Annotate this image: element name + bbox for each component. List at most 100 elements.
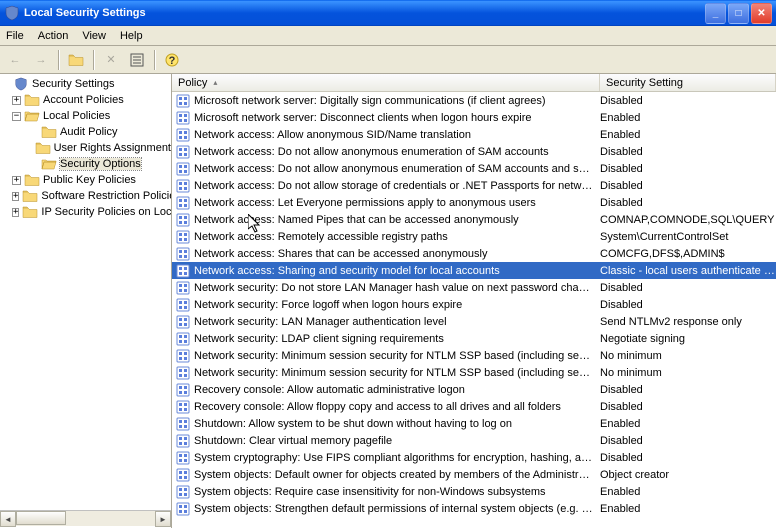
policy-text: Microsoft network server: Digitally sign… (194, 95, 598, 107)
policy-icon (175, 297, 191, 313)
tree-account-policies[interactable]: + Account Policies (0, 92, 171, 108)
list-row[interactable]: System objects: Strengthen default permi… (172, 500, 776, 517)
folder-icon (22, 205, 38, 219)
setting-text: Disabled (598, 95, 776, 107)
list-row[interactable]: System objects: Require case insensitivi… (172, 483, 776, 500)
tree-label: IP Security Policies on Local Computer (41, 206, 171, 218)
list-row[interactable]: Microsoft network server: Digitally sign… (172, 92, 776, 109)
policy-text: Shutdown: Allow system to be shut down w… (194, 418, 598, 430)
list-row[interactable]: System cryptography: Use FIPS compliant … (172, 449, 776, 466)
expander-icon[interactable]: + (12, 192, 19, 201)
setting-text: Disabled (598, 401, 776, 413)
tree-user-rights[interactable]: User Rights Assignment (0, 140, 171, 156)
list-row[interactable]: Network security: Minimum session securi… (172, 347, 776, 364)
tree-public-key[interactable]: + Public Key Policies (0, 172, 171, 188)
policy-icon (175, 399, 191, 415)
list-row[interactable]: Microsoft network server: Disconnect cli… (172, 109, 776, 126)
minimize-button[interactable]: _ (705, 3, 726, 24)
menubar: File Action View Help (0, 26, 776, 46)
policy-icon (175, 416, 191, 432)
folder-open-icon (24, 109, 40, 123)
list-row[interactable]: Network security: Force logoff when logo… (172, 296, 776, 313)
policy-icon (175, 93, 191, 109)
titlebar[interactable]: Local Security Settings _ □ ✕ (0, 0, 776, 26)
menu-file[interactable]: File (6, 30, 24, 42)
list-row[interactable]: Shutdown: Clear virtual memory pagefileD… (172, 432, 776, 449)
column-setting[interactable]: Security Setting (600, 74, 776, 91)
expander-icon[interactable]: + (12, 176, 21, 185)
list-row[interactable]: Network security: LAN Manager authentica… (172, 313, 776, 330)
setting-text: Disabled (598, 282, 776, 294)
setting-text: Send NTLMv2 response only (598, 316, 776, 328)
scroll-right-button[interactable]: ► (155, 511, 171, 527)
tree-hscrollbar[interactable]: ◄ ► (0, 510, 171, 526)
policy-text: Network security: Minimum session securi… (194, 350, 598, 362)
list-row[interactable]: Network access: Named Pipes that can be … (172, 211, 776, 228)
maximize-button[interactable]: □ (728, 3, 749, 24)
list-row[interactable]: Network access: Do not allow storage of … (172, 177, 776, 194)
folder-icon (35, 141, 51, 155)
policy-icon (175, 433, 191, 449)
policy-text: Network access: Shares that can be acces… (194, 248, 598, 260)
list-row[interactable]: Network security: Minimum session securi… (172, 364, 776, 381)
folder-open-icon (41, 157, 57, 171)
list-row[interactable]: Network access: Allow anonymous SID/Name… (172, 126, 776, 143)
scroll-left-button[interactable]: ◄ (0, 511, 16, 527)
properties-button[interactable] (126, 49, 148, 71)
policy-icon (175, 127, 191, 143)
menu-help[interactable]: Help (120, 30, 143, 42)
column-policy[interactable]: Policy ▴ (172, 74, 600, 91)
policy-text: Network security: Do not store LAN Manag… (194, 282, 598, 294)
setting-text: System\CurrentControlSet (598, 231, 776, 243)
policy-text: Shutdown: Clear virtual memory pagefile (194, 435, 598, 447)
toolbar: ← → ✕ ? (0, 46, 776, 74)
list-row[interactable]: Network access: Do not allow anonymous e… (172, 160, 776, 177)
list-row[interactable]: Shutdown: Allow system to be shut down w… (172, 415, 776, 432)
policy-icon (175, 144, 191, 160)
tree-security-options[interactable]: Security Options (0, 156, 171, 172)
tree-root[interactable]: Security Settings (0, 76, 171, 92)
setting-text: Negotiate signing (598, 333, 776, 345)
policy-text: Network security: Minimum session securi… (194, 367, 598, 379)
policy-icon (175, 331, 191, 347)
setting-text: COMCFG,DFS$,ADMIN$ (598, 248, 776, 260)
scroll-track[interactable] (16, 511, 155, 526)
window-title: Local Security Settings (24, 7, 146, 19)
close-button[interactable]: ✕ (751, 3, 772, 24)
list-row[interactable]: Network access: Shares that can be acces… (172, 245, 776, 262)
list-body[interactable]: Microsoft network server: Digitally sign… (172, 92, 776, 528)
list-row[interactable]: Network access: Let Everyone permissions… (172, 194, 776, 211)
setting-text: Enabled (598, 112, 776, 124)
expander-icon[interactable]: + (12, 96, 21, 105)
policy-text: Network access: Allow anonymous SID/Name… (194, 129, 598, 141)
up-button[interactable] (65, 49, 87, 71)
expander-icon[interactable]: − (12, 112, 21, 121)
tree-srp[interactable]: + Software Restriction Policies (0, 188, 171, 204)
list-row[interactable]: Network access: Remotely accessible regi… (172, 228, 776, 245)
policy-icon (175, 484, 191, 500)
policy-text: System cryptography: Use FIPS compliant … (194, 452, 598, 464)
tree-audit-policy[interactable]: Audit Policy (0, 124, 171, 140)
expander-icon[interactable]: + (12, 208, 19, 217)
setting-text: Disabled (598, 435, 776, 447)
setting-text: Enabled (598, 418, 776, 430)
list-row[interactable]: Network access: Sharing and security mod… (172, 262, 776, 279)
tree-local-policies[interactable]: − Local Policies (0, 108, 171, 124)
scroll-thumb[interactable] (16, 511, 66, 525)
help-button[interactable]: ? (161, 49, 183, 71)
setting-text: Disabled (598, 384, 776, 396)
setting-text: Disabled (598, 146, 776, 158)
list-row[interactable]: Recovery console: Allow floppy copy and … (172, 398, 776, 415)
tree-label: Local Policies (43, 110, 110, 122)
policy-icon (175, 450, 191, 466)
list-row[interactable]: Network security: Do not store LAN Manag… (172, 279, 776, 296)
list-row[interactable]: Network access: Do not allow anonymous e… (172, 143, 776, 160)
list-row[interactable]: Network security: LDAP client signing re… (172, 330, 776, 347)
list-row[interactable]: System objects: Default owner for object… (172, 466, 776, 483)
sort-indicator-icon: ▴ (213, 78, 217, 87)
tree-ipsec[interactable]: + IP Security Policies on Local Computer (0, 204, 171, 220)
menu-action[interactable]: Action (38, 30, 69, 42)
tree-pane: Security Settings + Account Policies − L… (0, 74, 172, 528)
menu-view[interactable]: View (82, 30, 106, 42)
list-row[interactable]: Recovery console: Allow automatic admini… (172, 381, 776, 398)
